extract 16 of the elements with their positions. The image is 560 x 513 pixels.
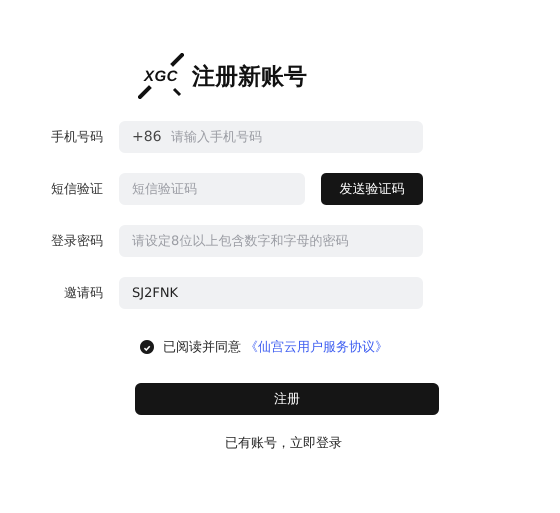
agreement-text: 已阅读并同意 xyxy=(163,339,241,356)
country-code[interactable]: +86 xyxy=(132,128,162,146)
login-link[interactable]: 已有账号，立即登录 xyxy=(225,434,342,452)
field-label: 手机号码 xyxy=(50,129,104,146)
input-field[interactable]: 短信验证码 xyxy=(119,173,305,205)
field-label: 短信验证 xyxy=(50,181,104,198)
logo: XGC xyxy=(138,53,184,99)
input-field[interactable]: SJ2FNK xyxy=(119,277,423,309)
register-button[interactable]: 注册 xyxy=(135,383,439,415)
input-field[interactable]: 请设定8位以上包含数字和字母的密码 xyxy=(119,225,423,257)
terms-link[interactable]: 《仙宫云用户服务协议》 xyxy=(245,338,388,356)
page-title: 注册新账号 xyxy=(192,62,307,92)
field-label: 邀请码 xyxy=(63,285,104,302)
checkbox[interactable] xyxy=(140,340,154,354)
send-code-button[interactable]: 发送验证码 xyxy=(321,173,423,205)
field-label: 登录密码 xyxy=(50,233,104,250)
